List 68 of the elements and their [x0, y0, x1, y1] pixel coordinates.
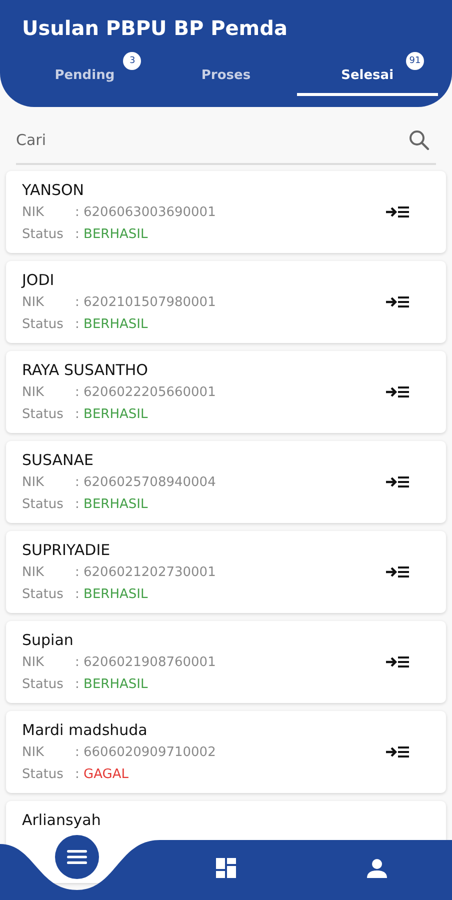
app-title: Usulan PBPU BP Pemda: [22, 15, 288, 42]
status-value: GAGAL: [84, 767, 128, 782]
nik-label: NIK: [22, 654, 46, 671]
person-name: Mardi madshuda: [22, 721, 148, 739]
count-badge: 3: [123, 52, 142, 70]
separator: :: [75, 317, 80, 332]
profile-icon[interactable]: [367, 858, 387, 878]
status-label: Status: [22, 226, 64, 243]
person-card[interactable]: Mardi madshuda NIK : 6606020909710002 Status : GAGAL: [6, 711, 446, 793]
menu-icon: [67, 849, 87, 865]
nik-value: : 6206021908760001: [75, 654, 216, 671]
nik-label: NIK: [22, 384, 46, 401]
search-icon[interactable]: [408, 129, 430, 151]
tab[interactable]: Pending 3: [14, 50, 156, 96]
nik-label: NIK: [22, 204, 46, 221]
status-label: Status: [22, 406, 64, 423]
nik-value: : 6202101507980001: [75, 294, 216, 311]
separator: :: [75, 407, 80, 422]
nik-value: : 6206025708940004: [75, 474, 216, 491]
status-label: Status: [22, 766, 64, 783]
status-label: Status: [22, 496, 64, 513]
arrow-list-icon[interactable]: [386, 385, 410, 399]
status-value: BERHASIL: [84, 227, 148, 242]
count-badge: 91: [406, 52, 424, 70]
nik-value: : 6206021202730001: [75, 564, 216, 581]
person-card[interactable]: RAYA SUSANTHO NIK : 6206022205660001 Status : BERHASIL: [6, 351, 446, 433]
person-name: RAYA SUSANTHO: [22, 361, 149, 379]
arrow-list-icon[interactable]: [386, 745, 410, 759]
person-card[interactable]: SUSANAE NIK : 6206025708940004 Status : BERHASIL: [6, 441, 446, 523]
arrow-list-icon[interactable]: [386, 295, 410, 309]
nik-label: NIK: [22, 474, 46, 491]
tab[interactable]: Selesai 91: [296, 50, 438, 96]
status-label: Status: [22, 316, 64, 333]
nik-label: NIK: [22, 744, 46, 761]
person-card[interactable]: SUPRIYADIE NIK : 6206021202730001 Status : BERHASIL: [6, 531, 446, 613]
tab[interactable]: Proses: [155, 50, 297, 96]
separator: :: [75, 677, 80, 692]
person-name: SUSANAE: [22, 451, 95, 469]
status-value: BERHASIL: [84, 407, 148, 422]
person-card[interactable]: JODI NIK : 6202101507980001 Status : BERHASIL: [6, 261, 446, 343]
separator: :: [75, 587, 80, 602]
search-field[interactable]: Cari: [16, 131, 408, 149]
nik-label: NIK: [22, 564, 46, 581]
person-name: JODI: [22, 271, 56, 289]
status-label: Status: [22, 676, 64, 693]
person-card[interactable]: Supian NIK : 6206021908760001 Status : BERHASIL: [6, 621, 446, 703]
status-label: Status: [22, 586, 64, 603]
arrow-list-icon[interactable]: [386, 475, 410, 489]
nik-value: : 6206022205660001: [75, 384, 216, 401]
arrow-list-icon[interactable]: [386, 565, 410, 579]
status-value: BERHASIL: [84, 677, 148, 692]
person-name: SUPRIYADIE: [22, 541, 112, 559]
status-value: BERHASIL: [84, 497, 148, 512]
nik-value: : 6606020909710002: [75, 744, 216, 761]
person-name: YANSON: [22, 181, 86, 199]
separator: :: [75, 767, 80, 782]
person-name: Arliansyah: [22, 811, 102, 829]
status-value: BERHASIL: [84, 587, 148, 602]
nik-label: NIK: [22, 294, 46, 311]
nik-value: : 6206063003690001: [75, 204, 216, 221]
person-name: Supian: [22, 631, 74, 649]
separator: :: [75, 227, 80, 242]
separator: :: [75, 497, 80, 512]
person-card[interactable]: YANSON NIK : 6206063003690001 Status : BERHASIL: [6, 171, 446, 253]
status-value: BERHASIL: [84, 317, 148, 332]
arrow-list-icon[interactable]: [386, 655, 410, 669]
dashboard-icon[interactable]: [216, 858, 236, 878]
arrow-list-icon[interactable]: [386, 205, 410, 219]
